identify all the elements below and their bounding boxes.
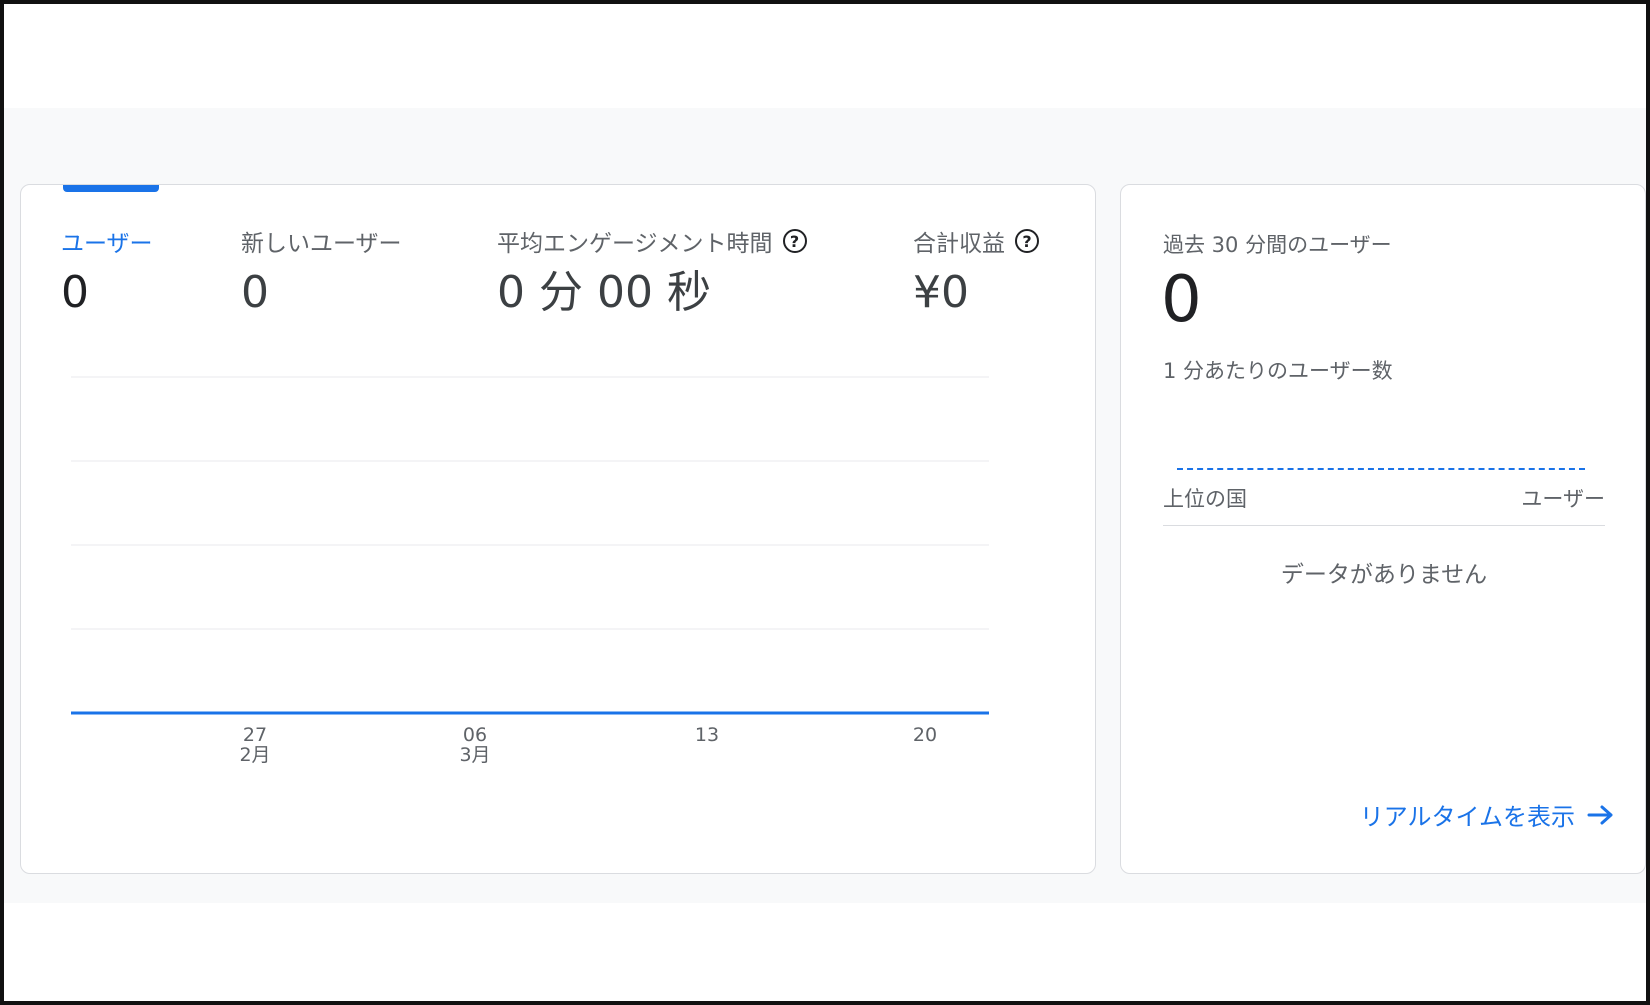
realtime-subtitle: 1 分あたりのユーザー数	[1163, 359, 1393, 383]
empty-state: データがありません	[1280, 562, 1488, 588]
view-realtime-label: リアルタイムを表示	[1359, 803, 1575, 831]
header-country: 上位の国	[1163, 487, 1247, 511]
x-tick-day: 13	[695, 724, 719, 746]
users-line-chart: 272月 063月 13 20	[71, 376, 989, 766]
top-countries-header: 上位の国 ユーザー	[1163, 483, 1605, 526]
x-tick-day: 20	[913, 724, 937, 746]
arrow-right-icon	[1587, 803, 1615, 827]
realtime-title: 過去 30 分間のユーザー	[1163, 233, 1392, 257]
x-tick-day: 06	[463, 724, 487, 746]
screenshot-frame: ユーザー 0 新しいユーザー 0 平均エンゲージメント時間 ? 0 分 00 秒…	[0, 0, 1650, 1005]
per-minute-sparkline	[1177, 468, 1585, 470]
x-tick-day: 27	[243, 724, 267, 746]
realtime-card: 過去 30 分間のユーザー 0 1 分あたりのユーザー数 上位の国 ユーザー デ…	[1120, 184, 1646, 874]
overview-card: ユーザー 0 新しいユーザー 0 平均エンゲージメント時間 ? 0 分 00 秒…	[20, 184, 1096, 874]
x-tick-month: 3月	[459, 744, 490, 766]
realtime-user-count: 0	[1161, 263, 1202, 337]
view-realtime-link[interactable]: リアルタイムを表示	[1360, 797, 1615, 832]
x-tick-month: 2月	[239, 744, 270, 766]
header-users: ユーザー	[1521, 487, 1605, 511]
